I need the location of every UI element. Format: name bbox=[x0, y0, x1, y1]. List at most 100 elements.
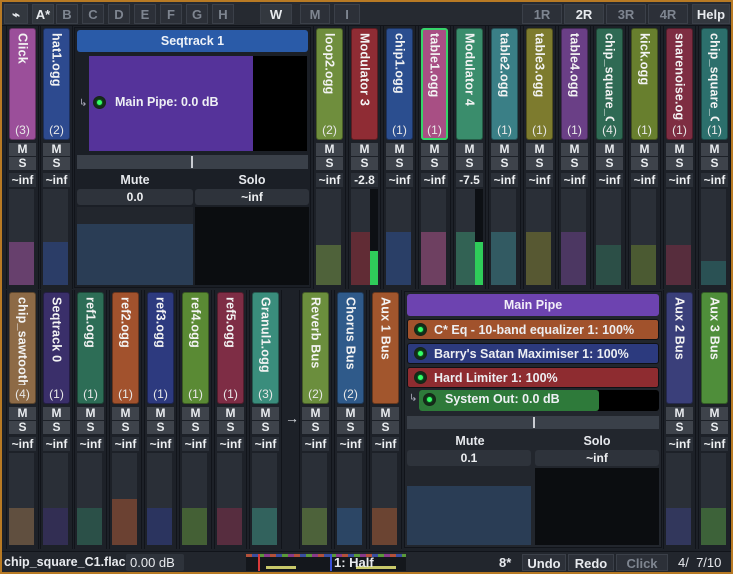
main-pipe-volume-fader[interactable] bbox=[407, 468, 531, 545]
main-pipe-plugin-1[interactable]: C* Eq - 10-band equalizer 1: 100% bbox=[407, 319, 659, 340]
bottom-track-volume-readout[interactable]: ~inf bbox=[9, 437, 36, 451]
top-track-volume-readout[interactable]: ~inf bbox=[561, 173, 588, 187]
top-track-volume-readout[interactable]: -7.5 bbox=[456, 173, 483, 187]
timeline-overview[interactable] bbox=[246, 554, 406, 571]
top-track-solo-button[interactable]: S bbox=[421, 157, 448, 170]
quantization-label[interactable]: 1: Half bbox=[334, 554, 374, 571]
top-track-solo-button[interactable]: S bbox=[596, 157, 623, 170]
bottom-track-volume-readout[interactable]: ~inf bbox=[77, 437, 104, 451]
top-track-volume-fader[interactable] bbox=[9, 189, 34, 285]
top-track-volume-readout[interactable]: ~inf bbox=[9, 173, 36, 187]
row-button-1[interactable]: 1R bbox=[522, 4, 562, 24]
top-track-volume-fader[interactable] bbox=[666, 189, 691, 285]
bottom-track-volume-fader[interactable] bbox=[701, 453, 726, 545]
row-button-4[interactable]: 4R bbox=[648, 4, 688, 24]
top-track-mute-button[interactable]: M bbox=[631, 143, 658, 156]
seqtrack-volume-fader[interactable] bbox=[77, 207, 193, 285]
main-pipe-mute-value[interactable]: 0.1 bbox=[407, 450, 531, 466]
bottom-track-volume-readout[interactable]: ~inf bbox=[43, 437, 70, 451]
bottom-track-volume-readout[interactable]: ~inf bbox=[252, 437, 279, 451]
redo-button[interactable]: Redo bbox=[568, 554, 614, 571]
top-track-mute-button[interactable]: M bbox=[351, 143, 378, 156]
bottom-track-name-button[interactable]: Aux 1 Bus bbox=[372, 292, 399, 404]
plugin-led-icon[interactable] bbox=[93, 96, 106, 109]
bottom-track-solo-button[interactable]: S bbox=[337, 421, 364, 434]
help-button[interactable]: Help bbox=[692, 4, 730, 24]
main-pipe-pan-slider[interactable] bbox=[407, 416, 659, 429]
bottom-track-solo-button[interactable]: S bbox=[666, 421, 693, 434]
top-track-solo-button[interactable]: S bbox=[491, 157, 518, 170]
bottom-track-name-button[interactable]: Granul1.ogg (3) bbox=[252, 292, 279, 404]
top-track-mute-button[interactable]: M bbox=[43, 143, 70, 156]
tab-6[interactable]: F bbox=[160, 4, 182, 24]
bottom-track-volume-readout[interactable]: ~inf bbox=[372, 437, 399, 451]
top-track-volume-fader[interactable] bbox=[43, 189, 68, 285]
bottom-track-volume-fader[interactable] bbox=[43, 453, 68, 545]
bottom-track-mute-button[interactable]: M bbox=[337, 407, 364, 420]
top-track-solo-button[interactable]: S bbox=[351, 157, 378, 170]
bottom-track-solo-button[interactable]: S bbox=[302, 421, 329, 434]
bottom-track-volume-readout[interactable]: ~inf bbox=[217, 437, 244, 451]
bottom-track-volume-fader[interactable] bbox=[217, 453, 242, 545]
top-track-volume-readout[interactable]: ~inf bbox=[421, 173, 448, 187]
top-track-name-button[interactable]: loop2.ogg (2) bbox=[316, 28, 343, 140]
system-out-led-icon[interactable] bbox=[423, 393, 436, 406]
top-track-name-button[interactable]: hat1.ogg (2) bbox=[43, 28, 70, 140]
bottom-track-volume-fader[interactable] bbox=[666, 453, 691, 545]
top-track-mute-button[interactable]: M bbox=[596, 143, 623, 156]
top-track-name-button[interactable]: table4.ogg (1) bbox=[561, 28, 588, 140]
wave-menu-icon[interactable]: ⌁ bbox=[4, 4, 28, 24]
system-out-box[interactable]: System Out: 0.0 dB bbox=[419, 390, 659, 411]
top-track-solo-button[interactable]: S bbox=[526, 157, 553, 170]
bottom-track-solo-button[interactable]: S bbox=[43, 421, 70, 434]
top-track-solo-button[interactable]: S bbox=[43, 157, 70, 170]
bottom-track-solo-button[interactable]: S bbox=[147, 421, 174, 434]
m-button[interactable]: M bbox=[300, 4, 330, 24]
top-track-name-button[interactable]: chip_square_C (1) bbox=[701, 28, 728, 140]
top-track-volume-fader[interactable] bbox=[316, 189, 341, 285]
bottom-track-name-button[interactable]: ref5.ogg (1) bbox=[217, 292, 244, 404]
tab-2[interactable]: B bbox=[56, 4, 78, 24]
top-track-volume-readout[interactable]: ~inf bbox=[491, 173, 518, 187]
plugin-led-icon[interactable] bbox=[414, 347, 427, 360]
top-track-name-button[interactable]: chip1.ogg (1) bbox=[386, 28, 413, 140]
bottom-track-name-button[interactable]: Aux 3 Bus bbox=[701, 292, 728, 404]
click-toggle[interactable]: Click bbox=[616, 554, 668, 571]
top-track-name-button[interactable]: snarenoise.ogg (1) bbox=[666, 28, 693, 140]
bottom-track-volume-readout[interactable]: ~inf bbox=[337, 437, 364, 451]
seqtrack-solo-value[interactable]: ~inf bbox=[195, 189, 309, 205]
top-track-volume-fader[interactable] bbox=[491, 189, 516, 285]
top-track-volume-readout[interactable]: ~inf bbox=[596, 173, 623, 187]
top-track-mute-button[interactable]: M bbox=[701, 143, 728, 156]
top-track-solo-button[interactable]: S bbox=[631, 157, 658, 170]
gain-field[interactable]: 0.00 dB bbox=[126, 554, 184, 571]
main-pipe-plugin-3[interactable]: Hard Limiter 1: 100% bbox=[407, 367, 659, 388]
bottom-track-mute-button[interactable]: M bbox=[666, 407, 693, 420]
tab-4[interactable]: D bbox=[108, 4, 130, 24]
bottom-track-solo-button[interactable]: S bbox=[372, 421, 399, 434]
bottom-track-solo-button[interactable]: S bbox=[77, 421, 104, 434]
tab-5[interactable]: E bbox=[134, 4, 156, 24]
top-track-volume-fader[interactable] bbox=[561, 189, 586, 285]
bottom-track-solo-button[interactable]: S bbox=[112, 421, 139, 434]
bottom-track-mute-button[interactable]: M bbox=[252, 407, 279, 420]
top-track-volume-readout[interactable]: ~inf bbox=[316, 173, 343, 187]
top-track-volume-readout[interactable]: ~inf bbox=[43, 173, 70, 187]
undo-button[interactable]: Undo bbox=[522, 554, 566, 571]
main-pipe-title[interactable]: Main Pipe bbox=[407, 294, 659, 316]
bottom-track-volume-fader[interactable] bbox=[182, 453, 207, 545]
top-track-solo-button[interactable]: S bbox=[561, 157, 588, 170]
top-track-mute-button[interactable]: M bbox=[666, 143, 693, 156]
tab-7[interactable]: G bbox=[186, 4, 208, 24]
bottom-track-name-button[interactable]: chip_sawtooth (4) bbox=[9, 292, 36, 404]
top-track-name-button[interactable]: kick.ogg (1) bbox=[631, 28, 658, 140]
top-track-volume-fader[interactable] bbox=[526, 189, 551, 285]
octave-label[interactable]: 8* bbox=[499, 554, 511, 571]
top-track-mute-button[interactable]: M bbox=[456, 143, 483, 156]
main-pipe-plugin-2[interactable]: Barry's Satan Maximiser 1: 100% bbox=[407, 343, 659, 364]
bottom-track-volume-readout[interactable]: ~inf bbox=[666, 437, 693, 451]
top-track-solo-button[interactable]: S bbox=[666, 157, 693, 170]
plugin-led-icon[interactable] bbox=[414, 371, 427, 384]
tab-8[interactable]: H bbox=[212, 4, 234, 24]
top-track-mute-button[interactable]: M bbox=[526, 143, 553, 156]
